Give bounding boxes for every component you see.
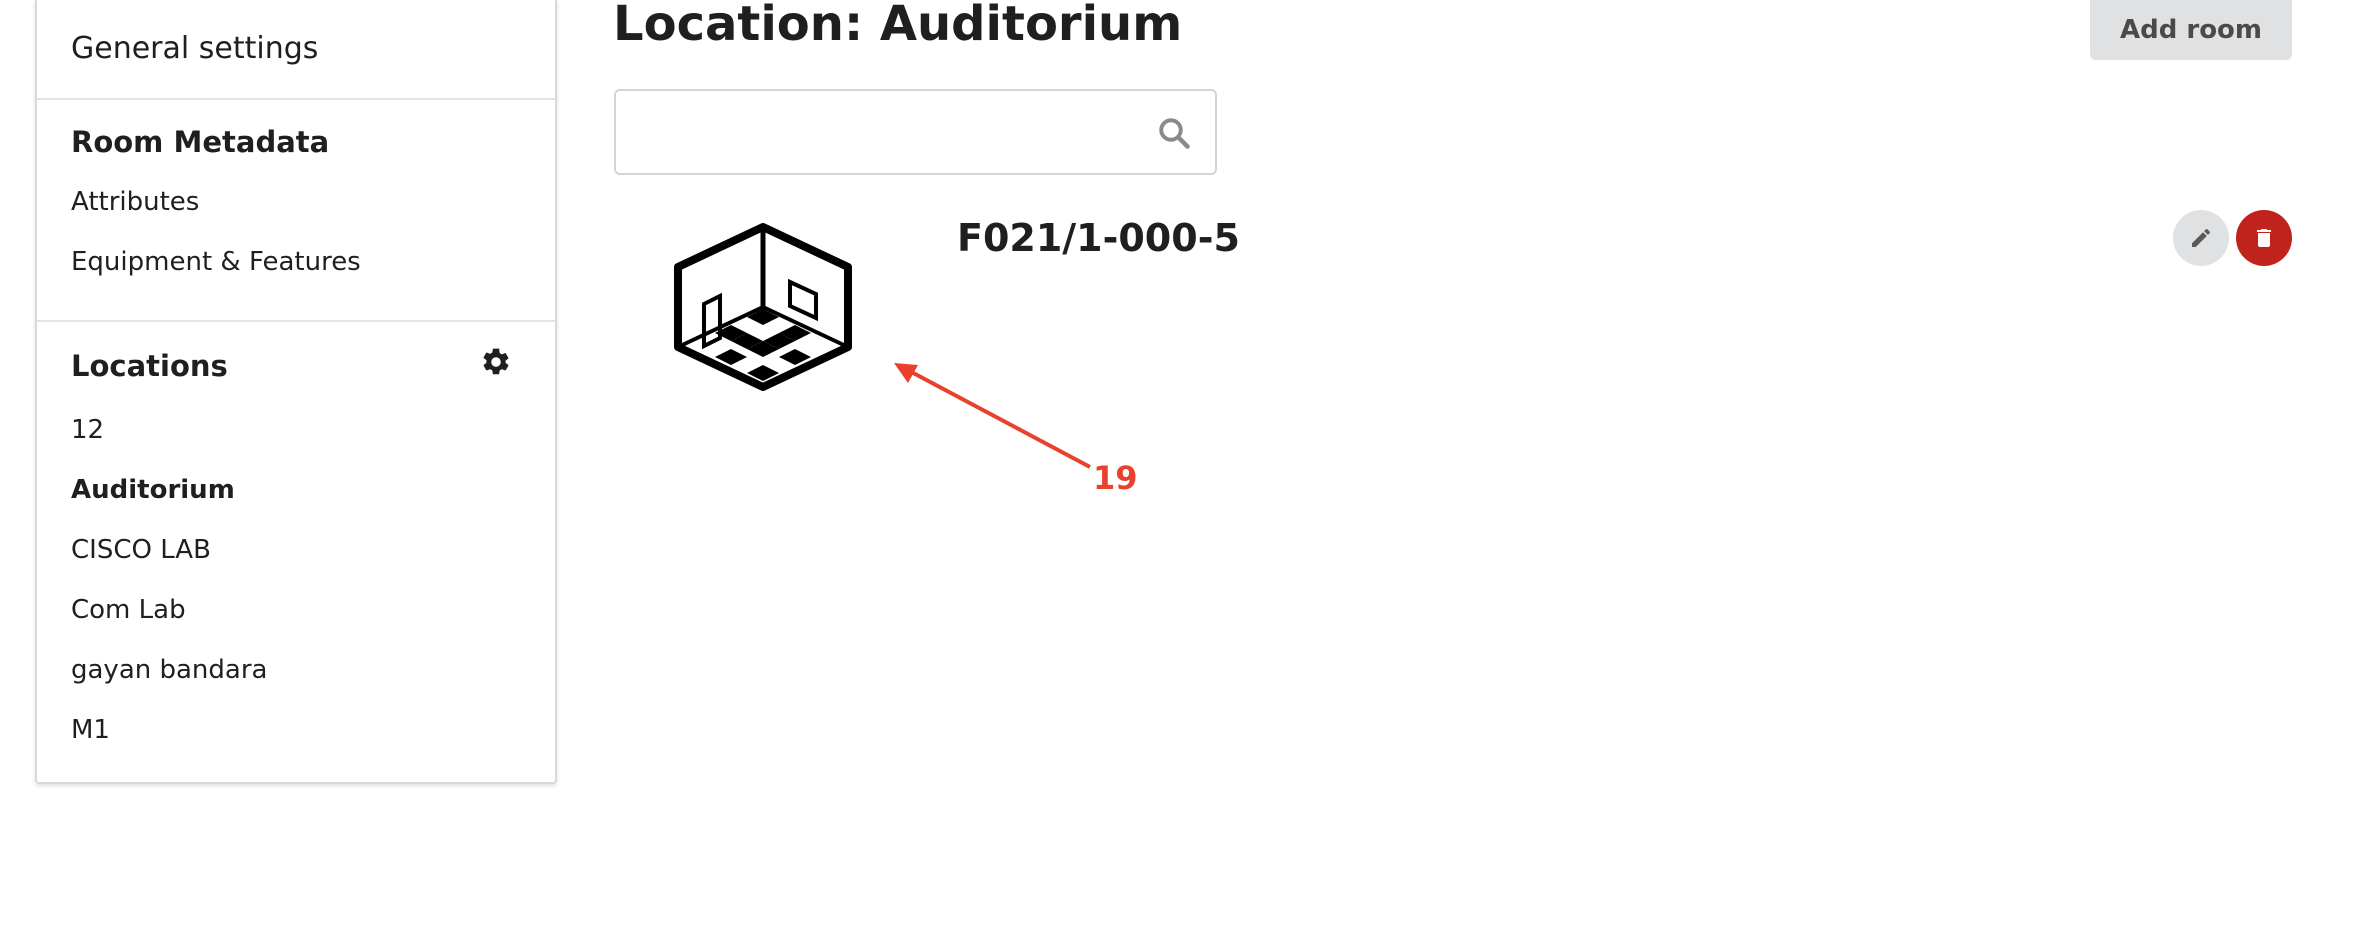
search-input[interactable] bbox=[628, 103, 1142, 163]
search-box bbox=[614, 89, 1217, 175]
search-icon[interactable] bbox=[1156, 115, 1192, 151]
pencil-icon bbox=[2192, 228, 2211, 247]
locations-heading: Locations bbox=[71, 349, 228, 383]
sidebar-item-equipment-features[interactable]: Equipment & Features bbox=[71, 246, 361, 278]
sidebar-item-location-12[interactable]: 12 bbox=[71, 414, 104, 446]
annotation-arrow bbox=[894, 363, 1091, 469]
room-metadata-section: Room Metadata Attributes Equipment & Fea… bbox=[37, 98, 555, 322]
page: General settings Room Metadata Attribute… bbox=[0, 0, 2362, 932]
sidebar-item-location-auditorium[interactable]: Auditorium bbox=[71, 474, 235, 506]
room-metadata-heading: Room Metadata bbox=[71, 125, 330, 159]
annotation-label: 19 bbox=[1093, 459, 1138, 497]
sidebar-item-location-com-lab[interactable]: Com Lab bbox=[71, 594, 186, 626]
delete-room-button[interactable] bbox=[2236, 210, 2292, 266]
room-name[interactable]: F021/1-000-5 bbox=[957, 215, 1240, 261]
add-room-button[interactable]: Add room bbox=[2090, 0, 2292, 60]
locations-section: Locations 12 Auditorium CISCO LAB Com La… bbox=[37, 320, 555, 784]
gear-icon[interactable] bbox=[480, 346, 512, 378]
edit-room-button[interactable] bbox=[2173, 210, 2229, 266]
room-icon[interactable] bbox=[668, 222, 858, 392]
general-settings-link[interactable]: General settings bbox=[71, 30, 318, 68]
sidebar-item-attributes[interactable]: Attributes bbox=[71, 186, 199, 218]
sidebar: General settings Room Metadata Attribute… bbox=[35, 0, 557, 784]
sidebar-item-location-gayan-bandara[interactable]: gayan bandara bbox=[71, 654, 267, 686]
page-title: Location: Auditorium bbox=[613, 0, 1183, 52]
sidebar-item-location-m1[interactable]: M1 bbox=[71, 714, 110, 746]
sidebar-item-location-cisco-lab[interactable]: CISCO LAB bbox=[71, 534, 211, 566]
trash-icon bbox=[2257, 229, 2271, 247]
